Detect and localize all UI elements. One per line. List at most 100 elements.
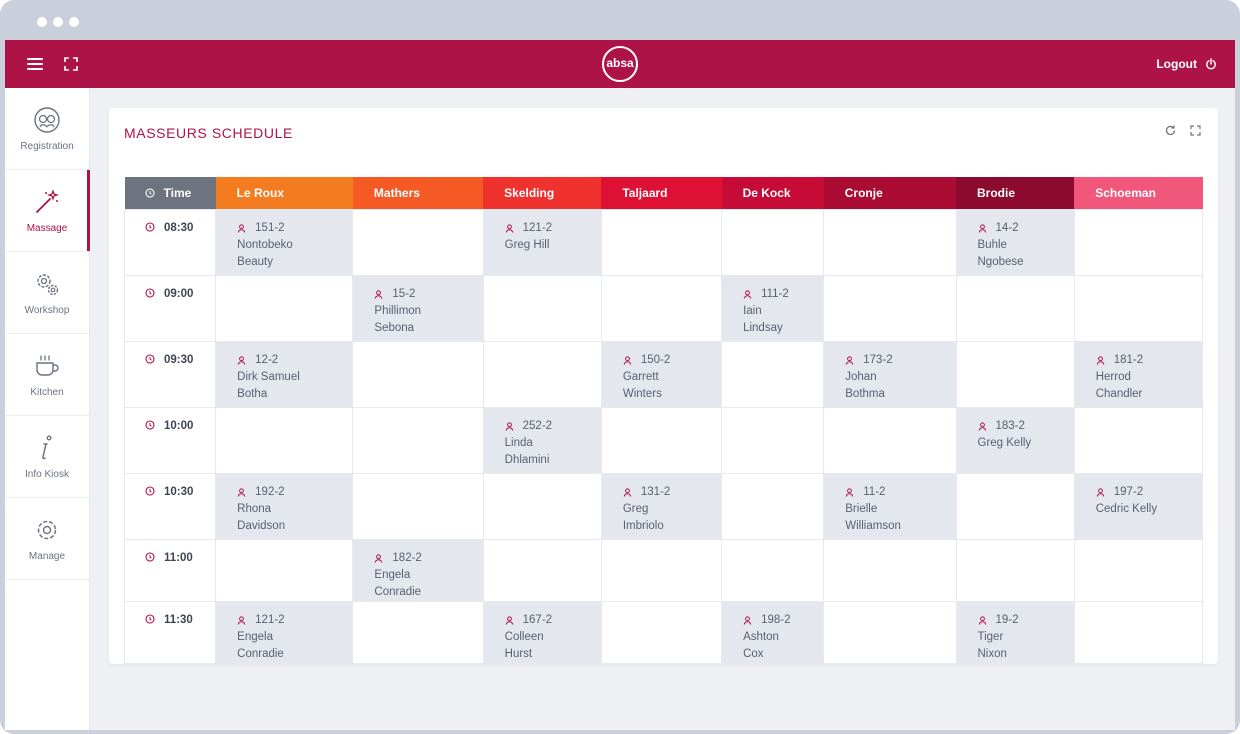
- page-title: MASSEURS SCHEDULE: [124, 125, 293, 141]
- booking-cell[interactable]: 14-2 Buhle Ngobese: [955, 208, 1075, 276]
- empty-slot-cell[interactable]: [955, 472, 1075, 540]
- empty-slot-cell[interactable]: [823, 274, 957, 342]
- empty-slot-cell[interactable]: [721, 340, 825, 408]
- empty-slot-cell[interactable]: [352, 340, 484, 408]
- empty-slot-cell[interactable]: [721, 472, 825, 540]
- booking-id-line: 131-2: [623, 484, 721, 501]
- booking-cell[interactable]: 111-2 Iain Lindsay: [721, 274, 825, 342]
- booking-cell[interactable]: 12-2 Dirk Samuel Botha: [215, 340, 354, 408]
- sidebar-item-info-kiosk[interactable]: Info Kiosk: [5, 416, 89, 498]
- empty-slot-cell[interactable]: [1073, 274, 1204, 342]
- sidebar-item-manage[interactable]: Manage: [5, 498, 89, 580]
- empty-slot-cell[interactable]: [352, 406, 484, 474]
- empty-slot-cell[interactable]: [482, 340, 602, 408]
- booking-id-line: 11-2: [845, 484, 955, 501]
- gears-icon: [37, 274, 59, 296]
- booking-id: 198-2: [761, 613, 791, 626]
- booking-id: 14-2: [995, 221, 1019, 234]
- empty-slot-cell[interactable]: [721, 406, 825, 474]
- booking-client-name: Herrod Chandler: [1095, 370, 1143, 400]
- person-icon: [375, 289, 383, 299]
- empty-slot-cell[interactable]: [352, 472, 484, 540]
- booking-client-name: Buhle Ngobese: [977, 238, 1024, 268]
- booking-cell[interactable]: 19-2 Tiger Nixon: [955, 600, 1075, 664]
- empty-slot-cell[interactable]: [721, 208, 825, 276]
- booking-cell[interactable]: 167-2 Colleen Hurst: [482, 600, 602, 664]
- booking-cell[interactable]: 150-2 Garrett Winters: [600, 340, 723, 408]
- empty-slot-cell[interactable]: [955, 340, 1075, 408]
- person-icon: [237, 615, 246, 625]
- empty-slot-cell[interactable]: [600, 274, 723, 342]
- empty-slot-cell[interactable]: [352, 600, 484, 664]
- clock-icon: [145, 419, 155, 430]
- hamburger-menu-icon[interactable]: [25, 54, 45, 74]
- refresh-icon[interactable]: [1164, 124, 1177, 137]
- empty-slot-cell[interactable]: [482, 538, 602, 602]
- empty-slot-cell[interactable]: [1073, 600, 1204, 664]
- empty-slot-cell[interactable]: [1073, 538, 1204, 602]
- sidebar-item-registration[interactable]: Registration: [5, 88, 89, 170]
- empty-slot-cell[interactable]: [600, 600, 723, 664]
- sidebar-item-workshop[interactable]: Workshop: [5, 252, 89, 334]
- empty-slot-cell[interactable]: [215, 274, 354, 342]
- sidebar-item-label: Info Kiosk: [25, 469, 69, 480]
- booking-cell[interactable]: 182-2 Engela Conradie: [352, 538, 484, 602]
- booking-client-name: Linda Dhlamini: [504, 436, 550, 466]
- booking-cell[interactable]: 183-2 Greg Kelly: [955, 406, 1075, 474]
- empty-slot-cell[interactable]: [482, 274, 602, 342]
- booking-id: 173-2: [863, 353, 893, 366]
- booking-cell[interactable]: 121-2 Greg Hill: [482, 208, 602, 276]
- empty-slot-cell[interactable]: [352, 208, 484, 276]
- empty-slot-cell[interactable]: [600, 406, 723, 474]
- empty-slot-cell[interactable]: [823, 538, 957, 602]
- empty-slot-cell[interactable]: [721, 538, 825, 602]
- time-slot-label: 09:00: [164, 287, 194, 300]
- empty-slot-cell[interactable]: [823, 208, 957, 276]
- booking-cell[interactable]: 192-2 Rhona Davidson: [215, 472, 354, 540]
- empty-slot-cell[interactable]: [1073, 208, 1204, 276]
- booking-id: 12-2: [255, 353, 279, 366]
- logout-button[interactable]: Logout: [1156, 54, 1217, 74]
- booking-cell[interactable]: 11-2 Brielle Williamson: [823, 472, 957, 540]
- fullscreen-icon[interactable]: [61, 54, 81, 74]
- booking-cell[interactable]: 15-2 Phillimon Sebona: [352, 274, 484, 342]
- empty-slot-cell[interactable]: [600, 208, 723, 276]
- booking-id-line: 12-2: [237, 352, 352, 369]
- booking-id: 167-2: [522, 613, 553, 626]
- booking-cell[interactable]: 252-2 Linda Dhlamini: [482, 406, 602, 474]
- empty-slot-cell[interactable]: [1073, 406, 1204, 474]
- expand-icon[interactable]: [1189, 124, 1202, 137]
- booking-cell[interactable]: 151-2 Nontobeko Beauty: [215, 208, 354, 276]
- booking-cell[interactable]: 181-2 Herrod Chandler: [1073, 340, 1204, 408]
- window-chrome: [0, 0, 1240, 40]
- booking-cell[interactable]: 197-2 Cedric Kelly: [1073, 472, 1204, 540]
- empty-slot-cell[interactable]: [482, 472, 602, 540]
- booking-id-line: 183-2: [978, 418, 1074, 435]
- empty-slot-cell[interactable]: [600, 538, 723, 602]
- sidebar-item-kitchen[interactable]: Kitchen: [5, 334, 89, 416]
- logo-text: absa: [606, 56, 634, 70]
- card-tools: [1164, 124, 1202, 137]
- booking-id-line: 197-2: [1096, 484, 1202, 501]
- empty-slot-cell[interactable]: [955, 274, 1075, 342]
- empty-slot-cell[interactable]: [215, 538, 354, 602]
- empty-slot-cell[interactable]: [215, 406, 354, 474]
- empty-slot-cell[interactable]: [823, 406, 957, 474]
- time-slot-label: 11:00: [164, 551, 193, 564]
- empty-slot-cell[interactable]: [955, 538, 1075, 602]
- booking-cell[interactable]: 131-2 Greg Imbriolo: [600, 472, 723, 540]
- booking-cell[interactable]: 121-2 Engela Conradie: [215, 600, 354, 664]
- empty-slot-cell[interactable]: [823, 600, 957, 664]
- booking-cell[interactable]: 198-2 Ashton Cox: [721, 600, 825, 664]
- sidebar-item-label: Massage: [26, 223, 68, 234]
- clock-icon: [145, 221, 155, 232]
- booking-id-line: 111-2: [743, 286, 823, 303]
- booking-id-line: 151-2: [237, 220, 352, 237]
- masseur-header: Mathers: [352, 177, 484, 209]
- table-row: 08:30 151-2 Nontobeko Beauty 121-2 Greg Hill…: [123, 208, 1204, 276]
- booking-cell[interactable]: 173-2 Johan Bothma: [823, 340, 957, 408]
- person-icon: [1096, 487, 1105, 497]
- sidebar-item-massage[interactable]: Massage: [5, 170, 90, 252]
- table-row: 10:00 252-2 Linda Dhlamini 183-2 Greg Kelly: [123, 406, 1204, 474]
- table-row: 11:30 121-2 Engela Conradie 167-2 Colleen Hu…: [123, 600, 1204, 664]
